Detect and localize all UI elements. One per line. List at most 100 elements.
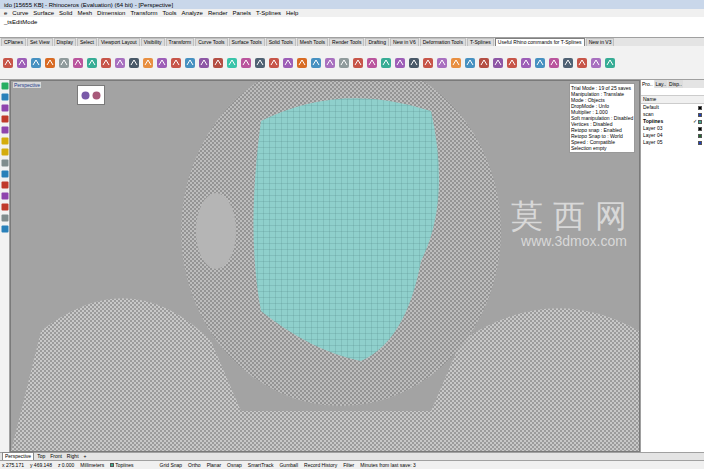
status-toggle[interactable]: Ortho [188,461,201,469]
tool-icon[interactable] [142,57,154,69]
tool-icon[interactable] [380,57,392,69]
tool-icon[interactable] [1,192,9,200]
tool-icon[interactable] [450,57,462,69]
status-toggle[interactable]: Filter [343,461,354,469]
menu-item[interactable]: Analyze [182,10,203,17]
layer-color[interactable] [698,113,702,117]
menu-item[interactable]: T-Splines [256,10,281,17]
tool-icon[interactable] [324,57,336,69]
tool-icon[interactable] [436,57,448,69]
viewport-label[interactable]: Perspective [13,82,41,88]
menu-item[interactable]: Panels [233,10,251,17]
tool-icon[interactable] [492,57,504,69]
tool-icon[interactable] [310,57,322,69]
tool-icon[interactable] [520,57,532,69]
status-toggle[interactable]: SmartTrack [248,461,274,469]
tool-icon[interactable] [1,115,9,123]
view-tab[interactable]: Front [48,453,64,460]
status-toggle[interactable]: Record History [304,461,337,469]
tool-icon[interactable] [268,57,280,69]
layer-color[interactable] [698,134,702,138]
tool-icon[interactable] [114,57,126,69]
toolbar-tab[interactable]: New in V3 [586,38,615,46]
layer-row[interactable]: scan [641,111,704,118]
menu-item[interactable]: Solid [59,10,72,17]
toolbar-tab[interactable]: Render Tools [329,38,364,46]
menu-item[interactable]: Tools [163,10,177,17]
tool-icon[interactable] [338,57,350,69]
toolbar-tab[interactable]: Set View [27,38,53,46]
toolbar-tab[interactable]: Useful Rhino commands for T-Splines [495,38,585,46]
layer-color[interactable] [698,120,702,124]
status-toggle[interactable]: Osnap [227,461,242,469]
layer-color[interactable] [698,127,702,131]
tool-icon[interactable] [30,57,42,69]
tool-icon[interactable] [1,225,9,233]
tool-icon[interactable] [58,57,70,69]
tool-icon[interactable] [1,170,9,178]
tool-icon[interactable] [548,57,560,69]
menu-item[interactable]: e [4,10,7,17]
toolbar-tab[interactable]: Transform [166,38,195,46]
toolbar-tab[interactable]: Mesh Tools [297,38,328,46]
menu-item[interactable]: Dimension [97,10,125,17]
tool-icon[interactable] [156,57,168,69]
layer-row[interactable]: Layer 05 [641,139,704,146]
tool-icon[interactable] [184,57,196,69]
tool-icon[interactable] [1,214,9,222]
tool-icon[interactable] [1,203,9,211]
tool-icon[interactable] [1,137,9,145]
status-toggle[interactable]: Gumball [279,461,298,469]
sphere-icon[interactable] [81,91,90,100]
tool-icon[interactable] [1,181,9,189]
tool-icon[interactable] [2,57,14,69]
tool-icon[interactable] [16,57,28,69]
tool-icon[interactable] [44,57,56,69]
status-toggle[interactable]: Planar [207,461,221,469]
tool-icon[interactable] [72,57,84,69]
menu-item[interactable]: Help [286,10,298,17]
panel-tab[interactable]: Lay.. [655,80,667,88]
toolbar-tab[interactable]: Solid Tools [266,38,296,46]
menu-item[interactable]: Render [208,10,228,17]
tool-icon[interactable] [366,57,378,69]
toolbar-tab[interactable]: Surface Tools [229,38,265,46]
tool-icon[interactable] [86,57,98,69]
sphere-icon[interactable] [92,91,101,100]
tool-icon[interactable] [604,57,616,69]
tool-icon[interactable] [506,57,518,69]
command-prompt[interactable] [0,26,704,38]
toolbar-tab[interactable]: Curve Tools [195,38,227,46]
tool-icon[interactable] [408,57,420,69]
tool-icon[interactable] [1,159,9,167]
layer-row[interactable]: Layer 03 [641,125,704,132]
tool-icon[interactable] [590,57,602,69]
panel-tab[interactable]: Pro.. [641,80,654,88]
tool-icon[interactable] [296,57,308,69]
toolbar-tab[interactable]: Viewport Layout [98,38,140,46]
menu-item[interactable]: Surface [33,10,54,17]
toolbar-tab[interactable]: Deformation Tools [420,38,466,46]
toolbar-tab[interactable]: Select [77,38,97,46]
tool-icon[interactable] [576,57,588,69]
layer-row[interactable]: Topiines✓ [641,118,704,125]
layer-row[interactable]: Default [641,104,704,111]
toolbar-tab[interactable]: Visibility [141,38,165,46]
tool-icon[interactable] [534,57,546,69]
tool-icon[interactable] [352,57,364,69]
floating-widget[interactable] [77,85,105,105]
layer-row[interactable]: Layer 04 [641,132,704,139]
layer-color[interactable] [698,141,702,145]
toolbar-tab[interactable]: New in V6 [390,38,419,46]
tool-icon[interactable] [1,148,9,156]
toolbar-tab[interactable]: Drafting [365,38,389,46]
tool-icon[interactable] [422,57,434,69]
viewport[interactable]: PerspectiveTrial Mode : 19 of 25 savesMa… [10,80,640,452]
tool-icon[interactable] [478,57,490,69]
tool-icon[interactable] [170,57,182,69]
tool-icon[interactable] [198,57,210,69]
toolbar-tab[interactable]: T-Splines [467,38,494,46]
tool-icon[interactable] [464,57,476,69]
view-tab[interactable]: Right [65,453,81,460]
menu-item[interactable]: Curve [12,10,28,17]
